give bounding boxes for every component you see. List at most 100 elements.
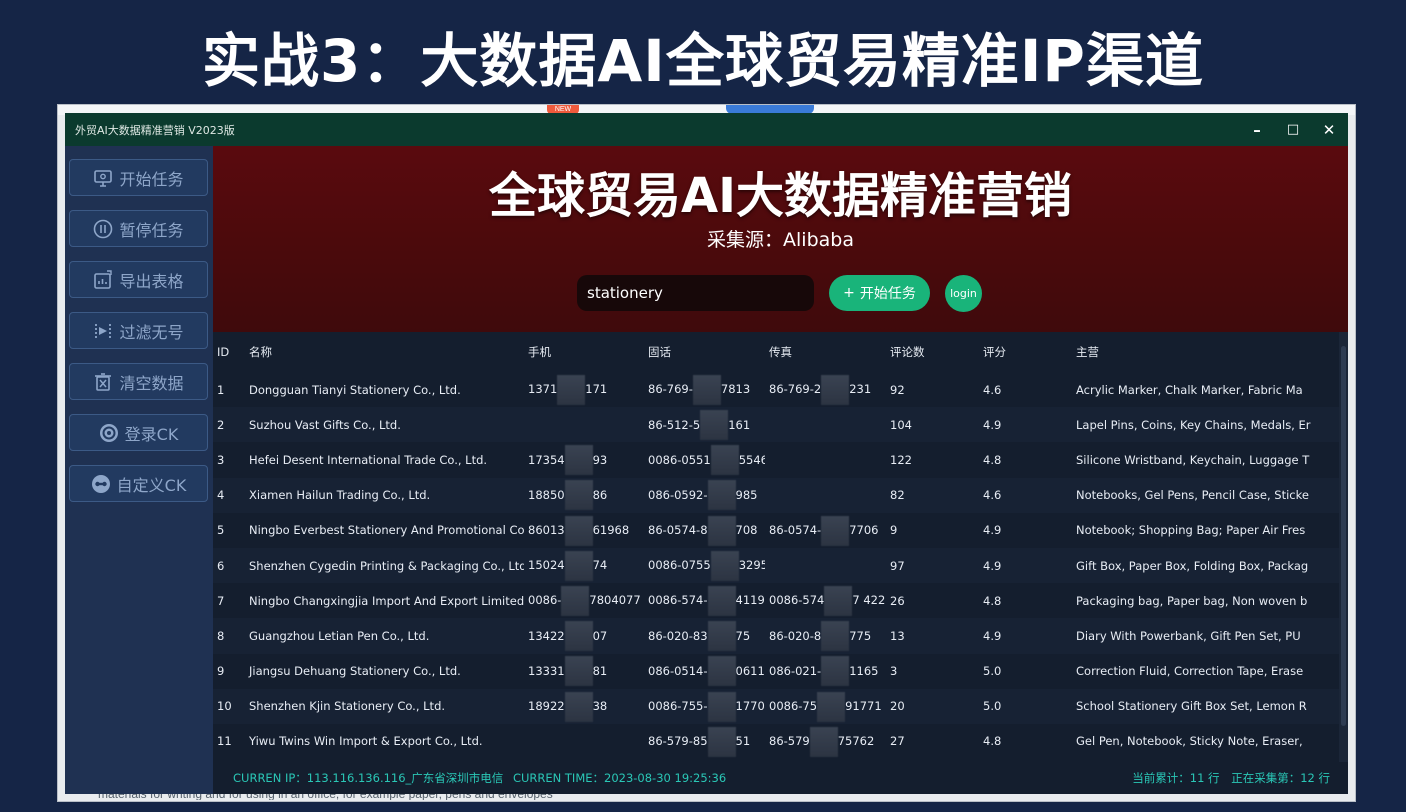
table-cell: 0086-574- 4119 <box>644 583 765 619</box>
slide-title: 实战3：大数据AI全球贸易精准IP渠道 <box>202 27 1204 95</box>
table-cell: 086-021- 1165 <box>765 653 886 689</box>
table-cell: Lapel Pins, Coins, Key Chains, Medals, E… <box>1072 407 1339 443</box>
sidebar-item-label: 登录CK <box>124 424 179 444</box>
table-row[interactable]: 8 Guangzhou Letian Pen Co., Ltd. 13422 07 86… <box>213 618 1339 654</box>
column-header[interactable]: 手机 <box>524 332 644 372</box>
table-cell: 18850 86 <box>524 477 644 513</box>
table-row[interactable]: 6 Shenzhen Cygedin Printing & Packaging C… <box>213 547 1339 584</box>
table-cell: 5 <box>213 512 245 548</box>
table-cell: 13 <box>886 618 979 654</box>
table-cell: 86013 61968 <box>524 512 644 548</box>
keyword-input[interactable] <box>577 275 814 311</box>
table-row[interactable]: 1 Dongguan Tianyi Stationery Co., Ltd. 137… <box>213 372 1339 408</box>
table-row[interactable]: 3 Hefei Desent International Trade Co., L… <box>213 442 1339 478</box>
status-bar: CURREN IP：113.116.136.116_广东省深圳市电信 CURRE… <box>213 762 1348 794</box>
table-cell: School Stationery Gift Box Set, Lemon R <box>1072 688 1339 724</box>
table-row[interactable]: 10 Shenzhen Kjin Stationery Co., Ltd. 1892… <box>213 688 1339 724</box>
close-icon[interactable]: ✕ <box>1322 121 1336 139</box>
redaction-mask <box>557 374 586 405</box>
table-row[interactable]: 4 Xiamen Hailun Trading Co., Ltd. 18850 86 0… <box>213 477 1339 513</box>
table-cell: Gel Pen, Notebook, Sticky Note, Eraser, <box>1072 723 1339 760</box>
table-cell: 13331 81 <box>524 653 644 689</box>
table-cell: 86-0574- 7706 <box>765 512 886 548</box>
table-cell: Dongguan Tianyi Stationery Co., Ltd. <box>245 372 524 408</box>
table-cell: 4.9 <box>979 547 1072 584</box>
row-count: 当前累计：11 行 <box>1132 771 1220 785</box>
table-cell: Jiangsu Dehuang Stationery Co., Ltd. <box>245 653 524 689</box>
table-cell <box>765 442 886 478</box>
table-cell: 5.0 <box>979 653 1072 689</box>
start-task-button[interactable]: + 开始任务 <box>829 275 930 311</box>
sidebar-login-ck-button[interactable]: 登录CK <box>69 414 208 451</box>
table-cell: Notebook; Shopping Bag; Paper Air Fres <box>1072 512 1339 548</box>
sidebar-item-label: 导出表格 <box>119 271 184 291</box>
column-header[interactable]: 评分 <box>979 332 1072 372</box>
window-title: 外贸AI大数据精准营销 V2023版 <box>75 123 235 137</box>
redaction-mask <box>564 656 593 687</box>
redaction-mask <box>564 550 593 581</box>
table-cell: 86-020-83 75 <box>644 618 765 654</box>
table-cell: 3 <box>213 442 245 478</box>
table-row[interactable]: 2 Suzhou Vast Gifts Co., Ltd. 86-512-5 161 1… <box>213 407 1339 443</box>
redaction-mask <box>564 515 593 546</box>
table-cell <box>765 477 886 513</box>
redaction-mask <box>817 691 846 722</box>
table-cell: Gift Box, Paper Box, Folding Box, Packag <box>1072 547 1339 584</box>
table-row[interactable]: 5 Ningbo Everbest Stationery And Promotio… <box>213 512 1339 548</box>
hero-banner: 全球贸易AI大数据精准营销 采集源：Alibaba + 开始任务 login <box>213 146 1348 332</box>
monitor-icon <box>93 168 113 188</box>
table-cell: Shenzhen Cygedin Printing & Packaging Co… <box>245 547 524 584</box>
results-table: ID 名称 手机 固话 传真 评论数 评分 主营 1 Dongguan Tiany… <box>213 332 1339 760</box>
table-cell: 82 <box>886 477 979 513</box>
redaction-mask <box>821 515 850 546</box>
sidebar-filter-button[interactable]: 过滤无号 <box>69 312 208 349</box>
table-cell: 4.9 <box>979 512 1072 548</box>
table-cell: 122 <box>886 442 979 478</box>
table-row[interactable]: 7 Ningbo Changxingjia Import And Export L… <box>213 583 1339 619</box>
redaction-mask <box>707 691 736 722</box>
table-cell: 0086-5747 4229 <box>765 583 886 619</box>
maximize-icon[interactable]: □ <box>1286 122 1300 137</box>
sidebar-start-task-button[interactable]: 开始任务 <box>69 159 208 196</box>
redaction-mask <box>707 480 736 511</box>
minimize-icon[interactable]: – <box>1250 121 1264 139</box>
table-cell: 0086-055155468 <box>644 442 765 478</box>
table-cell: 27 <box>886 723 979 760</box>
sidebar-pause-task-button[interactable]: 暂停任务 <box>69 210 208 247</box>
table-cell: 4.8 <box>979 442 1072 478</box>
sidebar-export-table-button[interactable]: 导出表格 <box>69 261 208 298</box>
scrollbar-thumb[interactable] <box>1341 346 1346 726</box>
window-controls: – □ ✕ <box>1250 113 1336 146</box>
sidebar-item-label: 清空数据 <box>119 373 184 393</box>
plus-icon: + <box>843 285 855 301</box>
table-row[interactable]: 9 Jiangsu Dehuang Stationery Co., Ltd. 133… <box>213 653 1339 689</box>
table-cell: Ningbo Everbest Stationery And Promotion… <box>245 512 524 548</box>
column-header[interactable]: 传真 <box>765 332 886 372</box>
table-cell: Ningbo Changxingjia Import And Export Li… <box>245 583 524 619</box>
column-header[interactable]: 评论数 <box>886 332 979 372</box>
redaction-mask <box>707 656 736 687</box>
title-bar: 外贸AI大数据精准营销 V2023版 – □ ✕ <box>65 113 1348 146</box>
table-cell: 086-0592- 985 <box>644 477 765 513</box>
table-scrollbar[interactable] <box>1339 332 1348 762</box>
login-button[interactable]: login <box>945 275 982 312</box>
table-cell: 86-769-2 231 <box>765 372 886 408</box>
table-cell: 86-769- 7813 <box>644 372 765 408</box>
sidebar-item-label: 过滤无号 <box>119 322 184 342</box>
column-header[interactable]: 主营 <box>1072 332 1339 372</box>
table-cell <box>765 547 886 584</box>
column-header[interactable]: ID <box>213 332 245 372</box>
data-source-label: 采集源：Alibaba <box>707 229 854 251</box>
table-cell: 86-020-8 775 <box>765 618 886 654</box>
table-cell: 10 <box>213 688 245 724</box>
column-header[interactable]: 名称 <box>245 332 524 372</box>
table-cell: 26 <box>886 583 979 619</box>
current-ip: CURREN IP：113.116.136.116_广东省深圳市电信 <box>233 771 504 785</box>
sidebar-custom-ck-button[interactable]: 自定义CK <box>69 465 208 502</box>
table-row[interactable]: 11 Yiwu Twins Win Import & Export Co., Lt… <box>213 723 1339 760</box>
table-cell: 0086- 7804077 <box>524 583 644 619</box>
column-header[interactable]: 固话 <box>644 332 765 372</box>
sidebar-clear-data-button[interactable]: 清空数据 <box>69 363 208 400</box>
table-cell: 0086-75 91771 <box>765 688 886 724</box>
table-cell: 4.6 <box>979 372 1072 408</box>
